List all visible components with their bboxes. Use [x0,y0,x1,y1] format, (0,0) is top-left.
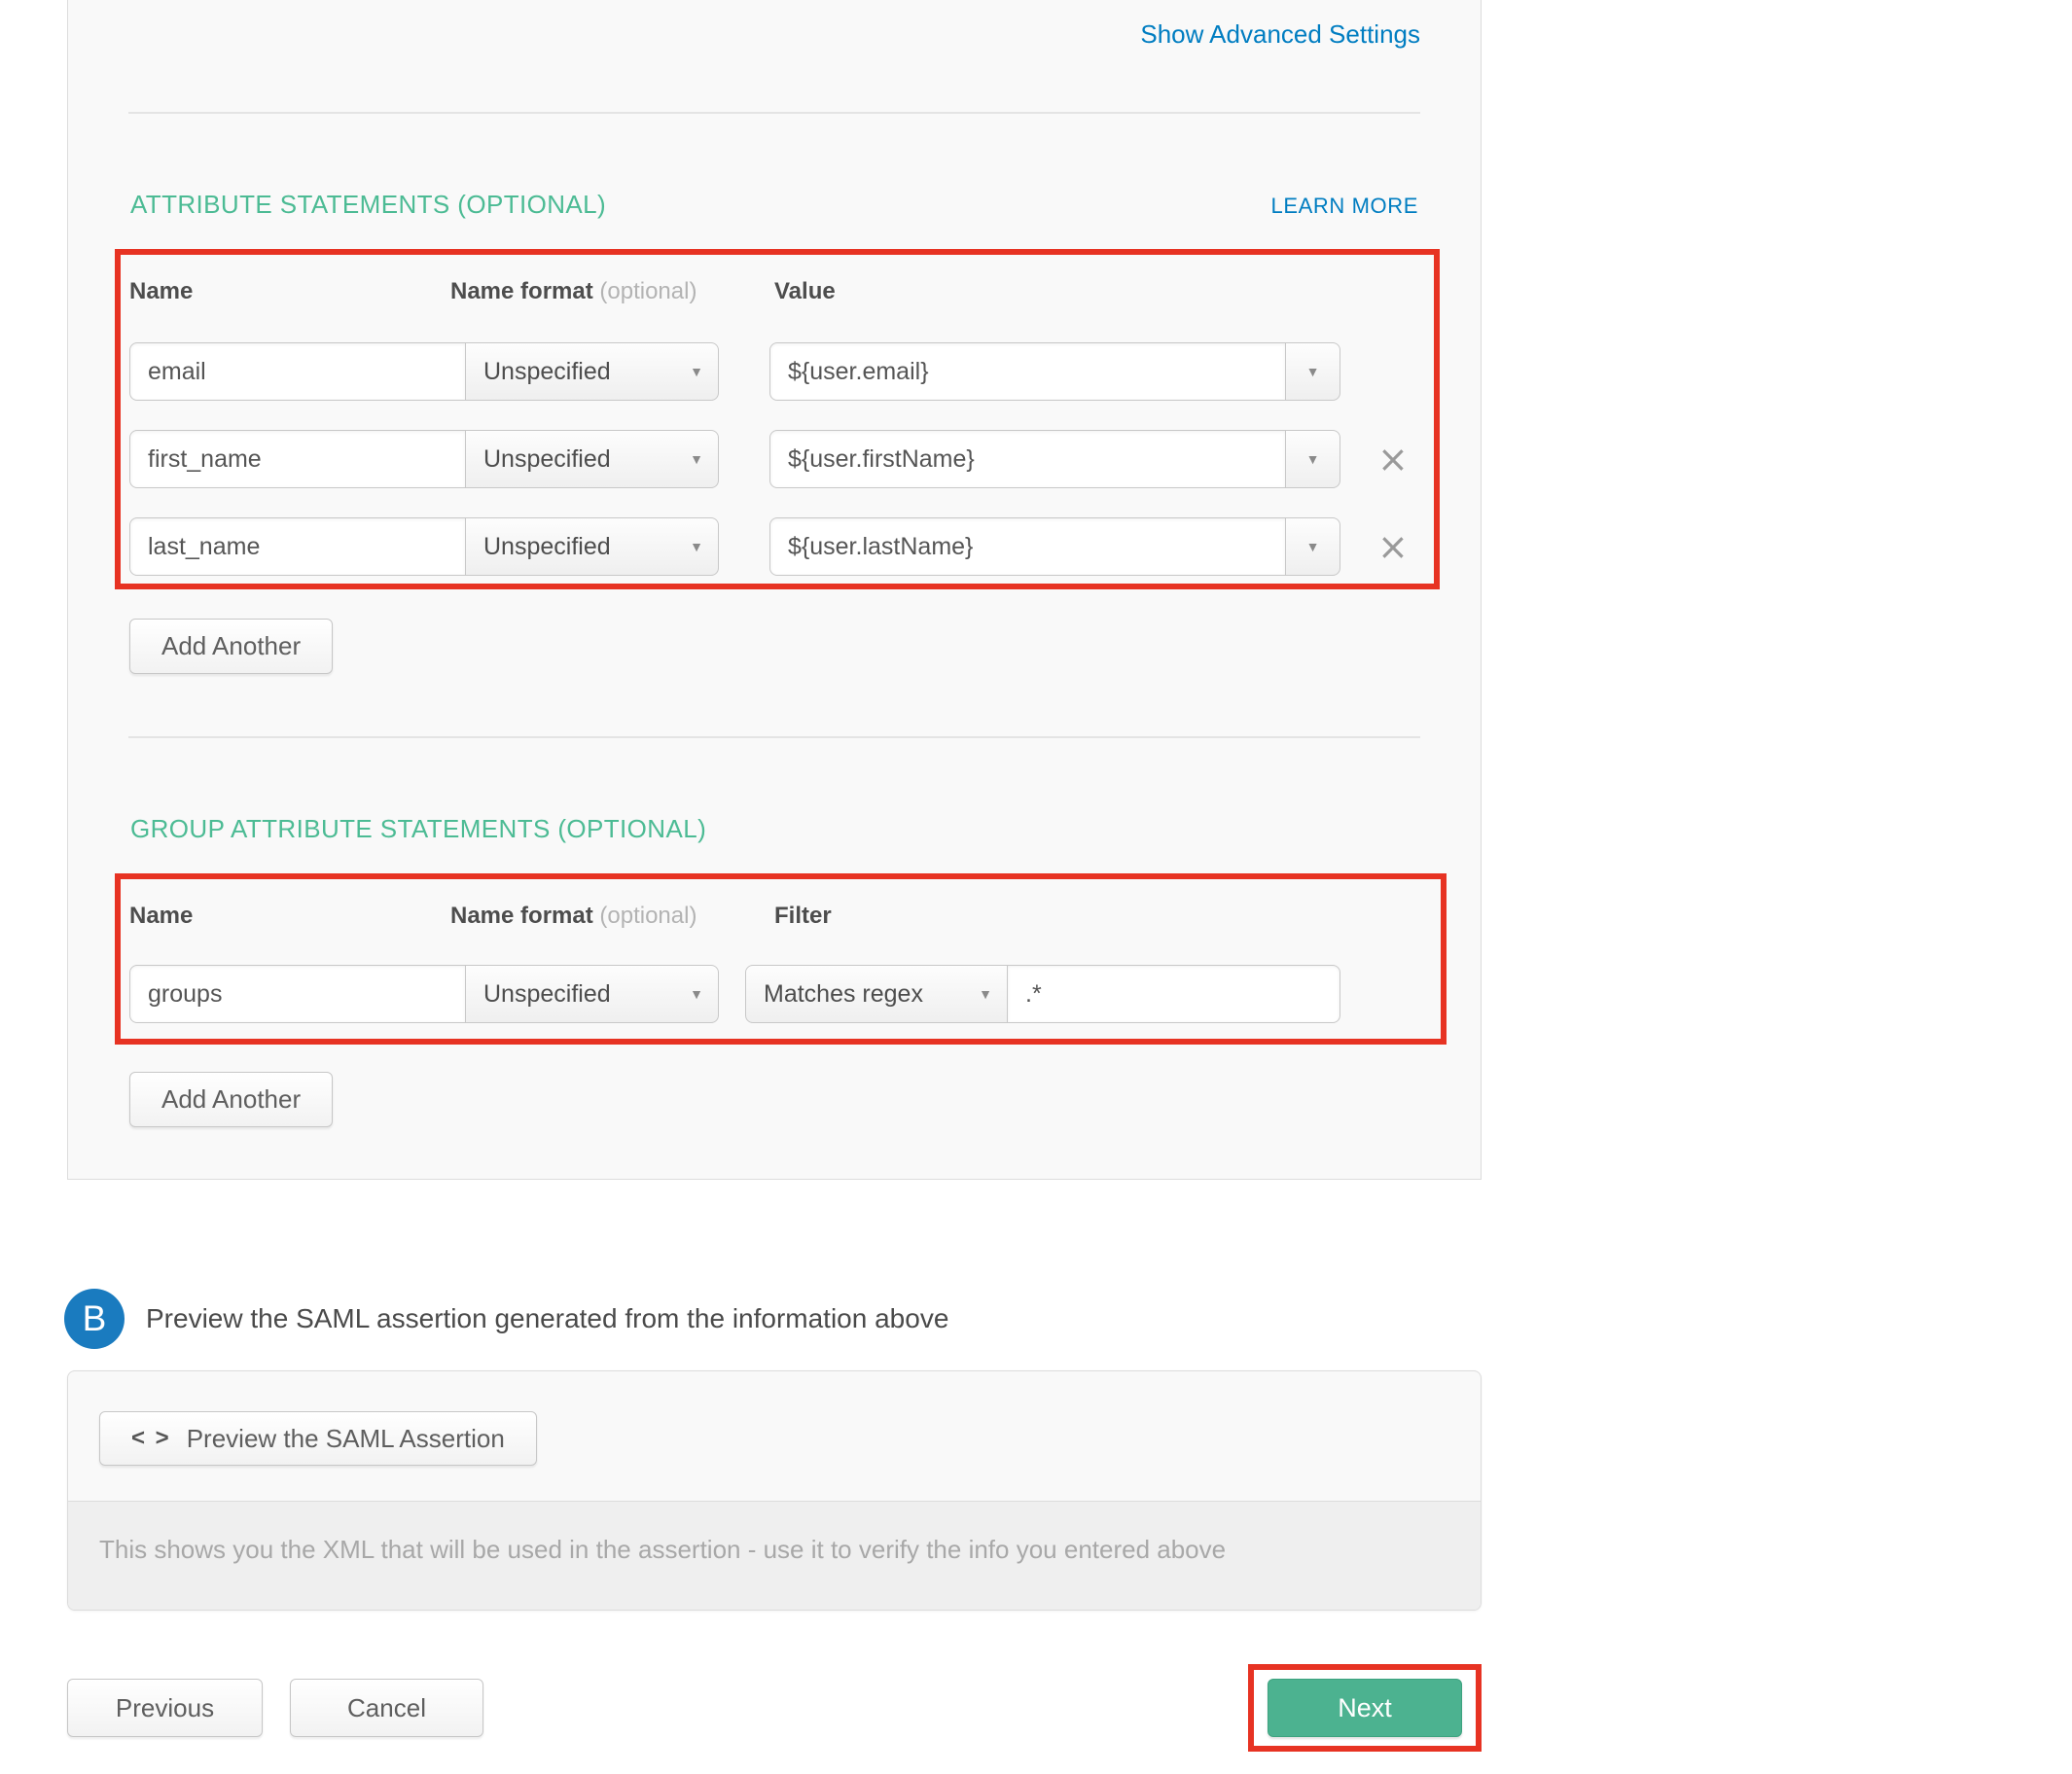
attribute-name-input[interactable] [129,342,466,401]
attribute-name-input[interactable] [129,430,466,488]
preview-step-row: B Preview the SAML assertion generated f… [64,1289,2072,1349]
code-icon: < > [131,1425,171,1452]
attribute-statements-title: ATTRIBUTE STATEMENTS (OPTIONAL) [130,190,606,220]
learn-more-link[interactable]: LEARN MORE [1271,194,1418,219]
chevron-down-icon: ▼ [1306,451,1320,467]
attribute-name-input[interactable] [129,517,466,576]
name-format-select[interactable]: Unspecified ▼ [465,430,719,488]
name-format-select[interactable]: Unspecified ▼ [465,342,719,401]
remove-row-button[interactable]: × [1377,528,1409,565]
wizard-actions: Previous Cancel Next [67,1679,1482,1752]
filter-group: Matches regex ▼ [745,965,1340,1023]
name-format-group: Unspecified ▼ [129,430,719,488]
add-another-attribute-button[interactable]: Add Another [129,619,333,674]
saml-settings-card: Show Advanced Settings ATTRIBUTE STATEME… [67,0,1482,1180]
group-attribute-statements-title: GROUP ATTRIBUTE STATEMENTS (OPTIONAL) [130,814,706,844]
name-format-group: Unspecified ▼ [129,517,719,576]
attribute-row: Unspecified ▼ ▼ × [129,430,1434,488]
name-format-select[interactable]: Unspecified ▼ [465,517,719,576]
add-another-group-attribute-button[interactable]: Add Another [129,1072,333,1127]
column-filter-label: Filter [774,903,832,930]
chevron-down-icon: ▼ [690,451,703,467]
group-attribute-statements-header: GROUP ATTRIBUTE STATEMENTS (OPTIONAL) [130,814,1418,844]
value-dropdown-button[interactable]: ▼ [1285,517,1340,576]
column-name-format-label: Name format (optional) [450,278,774,305]
optional-note: (optional) [599,278,697,304]
chevron-down-icon: ▼ [690,986,703,1002]
chevron-down-icon: ▼ [979,986,992,1002]
value-dropdown-button[interactable]: ▼ [1285,342,1340,401]
attribute-value-input[interactable] [769,342,1286,401]
column-name-label: Name [129,278,450,305]
attribute-columns-header: Name Name format (optional) Value [129,278,1434,305]
attribute-row: Unspecified ▼ ▼ [129,342,1434,401]
preview-button-area: < > Preview the SAML Assertion [68,1371,1481,1501]
chevron-down-icon: ▼ [1306,364,1320,379]
chevron-down-icon: ▼ [690,539,703,554]
optional-note: (optional) [599,903,697,929]
preview-saml-assertion-button[interactable]: < > Preview the SAML Assertion [99,1411,537,1466]
column-name-format-label: Name format (optional) [450,903,774,930]
previous-button[interactable]: Previous [67,1679,263,1737]
cancel-button[interactable]: Cancel [290,1679,483,1737]
name-format-select[interactable]: Unspecified ▼ [465,965,719,1023]
column-value-label: Value [774,278,836,305]
preview-note: This shows you the XML that will be used… [68,1501,1481,1610]
attribute-row: Unspecified ▼ ▼ × [129,517,1434,576]
column-name-label: Name [129,903,450,930]
group-columns-header: Name Name format (optional) Filter [129,903,1441,930]
value-group: ▼ [769,517,1340,576]
name-format-group: Unspecified ▼ [129,342,719,401]
name-format-group: Unspecified ▼ [129,965,719,1023]
value-group: ▼ [769,430,1340,488]
show-advanced-settings-link[interactable]: Show Advanced Settings [1140,19,1420,49]
attribute-statements-header: ATTRIBUTE STATEMENTS (OPTIONAL) LEARN MO… [130,190,1418,220]
group-attribute-highlight-box: Name Name format (optional) Filter Unspe… [115,873,1447,1045]
divider [128,112,1420,114]
preview-step-label: Preview the SAML assertion generated fro… [146,1303,948,1334]
chevron-down-icon: ▼ [1306,539,1320,554]
group-attribute-row: Unspecified ▼ Matches regex ▼ [129,965,1441,1023]
chevron-down-icon: ▼ [690,364,703,379]
next-button-highlight-box: Next [1248,1664,1482,1752]
value-dropdown-button[interactable]: ▼ [1285,430,1340,488]
remove-row-button[interactable]: × [1377,441,1409,478]
next-button[interactable]: Next [1268,1679,1462,1737]
filter-value-input[interactable] [1007,965,1340,1023]
value-group: ▼ [769,342,1340,401]
divider [128,736,1420,738]
preview-card: < > Preview the SAML Assertion This show… [67,1370,1482,1611]
page: Show Advanced Settings ATTRIBUTE STATEME… [0,0,2072,1752]
advanced-settings-row: Show Advanced Settings [68,0,1481,50]
filter-type-select[interactable]: Matches regex ▼ [745,965,1008,1023]
attribute-statements-highlight-box: Name Name format (optional) Value Unspec… [115,249,1440,589]
group-name-input[interactable] [129,965,466,1023]
attribute-value-input[interactable] [769,517,1286,576]
attribute-value-input[interactable] [769,430,1286,488]
step-b-badge: B [64,1289,125,1349]
